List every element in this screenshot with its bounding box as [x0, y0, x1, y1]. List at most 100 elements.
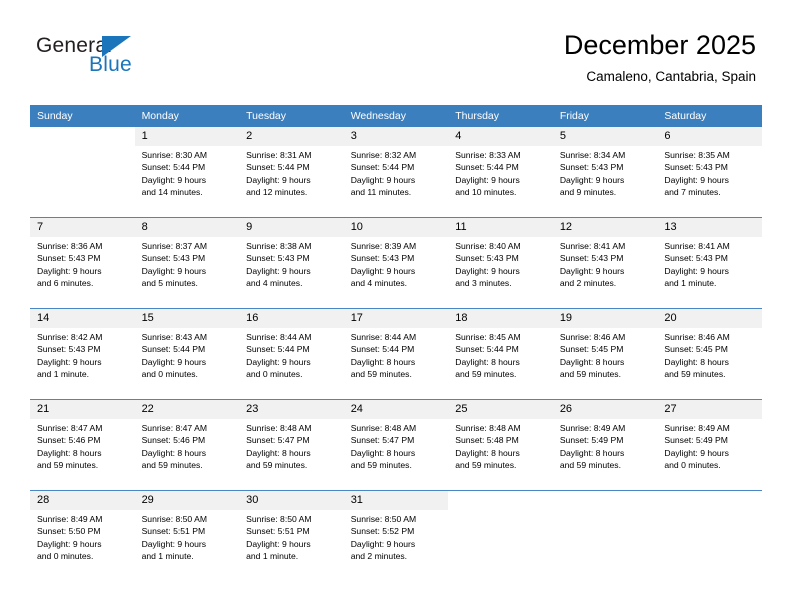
calendar-day-cell[interactable]: 8 Sunrise: 8:37 AM Sunset: 5:43 PM Daylight…	[134, 217, 240, 309]
sunrise-text: Sunrise: 8:47 AM	[141, 423, 208, 433]
day-number: 26	[552, 400, 658, 419]
sunset-text: Sunset: 5:43 PM	[664, 253, 728, 264]
calendar-week-row: 21 Sunrise: 8:47 AM Sunset: 5:46 PM Dayligh…	[30, 399, 762, 491]
daylight-text-line1: Daylight: 9 hours	[246, 265, 311, 276]
daylight-text-line1: Daylight: 8 hours	[559, 356, 625, 367]
calendar-day-cell[interactable]: 28 Sunrise: 8:49 AM Sunset: 5:50 PM Dayligh…	[30, 490, 135, 581]
calendar-day-cell[interactable]: 12 Sunrise: 8:41 AM Sunset: 5:43 PM Dayligh…	[552, 217, 658, 309]
day-cell-inner	[552, 491, 658, 581]
daylight-text-line1: Daylight: 9 hours	[246, 174, 311, 185]
sunset-text: Sunset: 5:43 PM	[455, 253, 519, 264]
day-cell-inner: 8 Sunrise: 8:37 AM Sunset: 5:43 PM Daylight…	[134, 218, 240, 308]
calendar-day-cell[interactable]: 3 Sunrise: 8:32 AM Sunset: 5:44 PM Daylight…	[343, 127, 449, 218]
calendar-day-cell[interactable]: 31 Sunrise: 8:50 AM Sunset: 5:52 PM Dayligh…	[343, 490, 449, 581]
title-block: December 2025 Camaleno, Cantabria, Spain	[564, 28, 756, 87]
day-cell-details: Sunrise: 8:49 AM Sunset: 5:50 PM Daylight:…	[30, 510, 135, 562]
sunset-text: Sunset: 5:44 PM	[141, 344, 206, 355]
daylight-text-line1: Daylight: 9 hours	[141, 356, 207, 367]
day-number: 13	[657, 218, 762, 237]
day-number: 15	[134, 309, 240, 328]
calendar-day-cell[interactable]: 29 Sunrise: 8:50 AM Sunset: 5:51 PM Dayligh…	[134, 490, 240, 581]
day-number: 23	[239, 400, 344, 419]
daylight-text-line1: Daylight: 9 hours	[246, 356, 311, 367]
sunrise-text: Sunrise: 8:50 AM	[350, 514, 417, 524]
calendar-day-cell[interactable]: 11 Sunrise: 8:40 AM Sunset: 5:43 PM Dayligh…	[448, 217, 553, 309]
sunrise-text: Sunrise: 8:46 AM	[664, 332, 730, 342]
calendar-day-cell[interactable]: 16 Sunrise: 8:44 AM Sunset: 5:44 PM Dayligh…	[239, 308, 344, 400]
daylight-text-line2: and 59 minutes.	[350, 459, 412, 470]
day-cell-inner: 20 Sunrise: 8:46 AM Sunset: 5:45 PM Dayligh…	[657, 309, 762, 399]
daylight-text-line2: and 11 minutes.	[350, 186, 412, 197]
calendar-day-cell[interactable]: 27 Sunrise: 8:49 AM Sunset: 5:49 PM Dayligh…	[657, 399, 762, 491]
sunrise-text: Sunrise: 8:33 AM	[455, 150, 521, 160]
calendar-day-cell[interactable]: 13 Sunrise: 8:41 AM Sunset: 5:43 PM Dayligh…	[657, 217, 762, 309]
calendar-day-cell[interactable]: 5 Sunrise: 8:34 AM Sunset: 5:43 PM Daylight…	[552, 127, 658, 218]
sunrise-text: Sunrise: 8:48 AM	[350, 423, 417, 433]
calendar-day-cell[interactable]: 26 Sunrise: 8:49 AM Sunset: 5:49 PM Dayligh…	[552, 399, 658, 491]
sunrise-text: Sunrise: 8:41 AM	[559, 241, 626, 251]
daylight-text-line2: and 4 minutes.	[350, 277, 408, 288]
day-number: 20	[657, 309, 762, 328]
calendar-day-cell[interactable]: 17 Sunrise: 8:44 AM Sunset: 5:44 PM Dayligh…	[343, 308, 449, 400]
day-number: 1	[134, 127, 240, 146]
day-cell-inner: 9 Sunrise: 8:38 AM Sunset: 5:43 PM Daylight…	[239, 218, 344, 308]
sunset-text: Sunset: 5:44 PM	[455, 162, 519, 173]
day-number	[657, 491, 762, 510]
day-number: 30	[239, 491, 344, 510]
calendar-day-cell[interactable]: 25 Sunrise: 8:48 AM Sunset: 5:48 PM Dayligh…	[448, 399, 553, 491]
day-cell-details: Sunrise: 8:50 AM Sunset: 5:51 PM Daylight:…	[135, 510, 240, 562]
day-cell-inner: 11 Sunrise: 8:40 AM Sunset: 5:43 PM Dayligh…	[448, 218, 553, 308]
sunset-text: Sunset: 5:45 PM	[559, 344, 624, 355]
daylight-text-line1: Daylight: 8 hours	[246, 447, 311, 458]
sunset-text: Sunset: 5:50 PM	[37, 526, 101, 537]
calendar-day-cell[interactable]: 21 Sunrise: 8:47 AM Sunset: 5:46 PM Dayligh…	[30, 399, 135, 491]
calendar-day-cell[interactable]: 6 Sunrise: 8:35 AM Sunset: 5:43 PM Daylight…	[657, 127, 762, 218]
sunset-text: Sunset: 5:43 PM	[664, 162, 728, 173]
sunset-text: Sunset: 5:44 PM	[246, 162, 310, 173]
daylight-text-line1: Daylight: 9 hours	[141, 265, 207, 276]
calendar-day-cell[interactable]: 7 Sunrise: 8:36 AM Sunset: 5:43 PM Daylight…	[30, 217, 135, 309]
day-number: 6	[657, 127, 762, 146]
day-number: 17	[343, 309, 449, 328]
daylight-text-line2: and 12 minutes.	[246, 186, 308, 197]
daylight-text-line1: Daylight: 9 hours	[37, 356, 102, 367]
sunrise-text: Sunrise: 8:32 AM	[350, 150, 417, 160]
daylight-text-line1: Daylight: 9 hours	[559, 265, 625, 276]
day-cell-details: Sunrise: 8:48 AM Sunset: 5:47 PM Daylight:…	[239, 419, 344, 471]
calendar-day-cell[interactable]: 20 Sunrise: 8:46 AM Sunset: 5:45 PM Dayligh…	[657, 308, 762, 400]
calendar-day-cell[interactable]: 19 Sunrise: 8:46 AM Sunset: 5:45 PM Dayligh…	[552, 308, 658, 400]
calendar-day-cell[interactable]: 18 Sunrise: 8:45 AM Sunset: 5:44 PM Dayligh…	[448, 308, 553, 400]
daylight-text-line2: and 59 minutes.	[664, 368, 726, 379]
calendar-day-cell[interactable]: 1 Sunrise: 8:30 AM Sunset: 5:44 PM Daylight…	[134, 127, 240, 218]
daylight-text-line1: Daylight: 9 hours	[559, 174, 625, 185]
day-cell-inner: 7 Sunrise: 8:36 AM Sunset: 5:43 PM Daylight…	[30, 218, 135, 308]
calendar-day-cell[interactable]: 15 Sunrise: 8:43 AM Sunset: 5:44 PM Dayligh…	[134, 308, 240, 400]
daylight-text-line2: and 1 minute.	[141, 550, 194, 561]
day-number: 3	[343, 127, 449, 146]
day-number: 21	[30, 400, 135, 419]
day-number: 22	[134, 400, 240, 419]
sunrise-text: Sunrise: 8:39 AM	[350, 241, 417, 251]
daylight-text-line1: Daylight: 9 hours	[350, 174, 416, 185]
calendar-day-cell[interactable]: 14 Sunrise: 8:42 AM Sunset: 5:43 PM Dayligh…	[30, 308, 135, 400]
page-header: General Blue December 2025 Camaleno, Can…	[0, 0, 792, 104]
calendar-day-cell[interactable]: 9 Sunrise: 8:38 AM Sunset: 5:43 PM Daylight…	[239, 217, 344, 309]
calendar-day-cell[interactable]: 4 Sunrise: 8:33 AM Sunset: 5:44 PM Daylight…	[448, 127, 553, 218]
day-number: 10	[343, 218, 449, 237]
sunrise-text: Sunrise: 8:42 AM	[37, 332, 103, 342]
daylight-text-line1: Daylight: 8 hours	[664, 356, 729, 367]
calendar-day-cell[interactable]: 24 Sunrise: 8:48 AM Sunset: 5:47 PM Dayligh…	[343, 399, 449, 491]
daylight-text-line2: and 1 minute.	[37, 368, 90, 379]
sunset-text: Sunset: 5:43 PM	[37, 253, 101, 264]
calendar-day-cell[interactable]: 22 Sunrise: 8:47 AM Sunset: 5:46 PM Dayligh…	[134, 399, 240, 491]
weekday-header-tuesday: Tuesday	[239, 105, 344, 127]
sunrise-text: Sunrise: 8:31 AM	[246, 150, 312, 160]
sunrise-text: Sunrise: 8:44 AM	[246, 332, 312, 342]
day-number	[552, 491, 658, 510]
calendar-day-cell[interactable]: 2 Sunrise: 8:31 AM Sunset: 5:44 PM Daylight…	[239, 127, 344, 218]
calendar-day-cell[interactable]: 30 Sunrise: 8:50 AM Sunset: 5:51 PM Dayligh…	[239, 490, 344, 581]
sunrise-text: Sunrise: 8:49 AM	[664, 423, 730, 433]
calendar-day-cell[interactable]: 10 Sunrise: 8:39 AM Sunset: 5:43 PM Dayligh…	[343, 217, 449, 309]
calendar-day-cell[interactable]: 23 Sunrise: 8:48 AM Sunset: 5:47 PM Dayligh…	[239, 399, 344, 491]
day-cell-details: Sunrise: 8:36 AM Sunset: 5:43 PM Daylight:…	[30, 237, 135, 289]
